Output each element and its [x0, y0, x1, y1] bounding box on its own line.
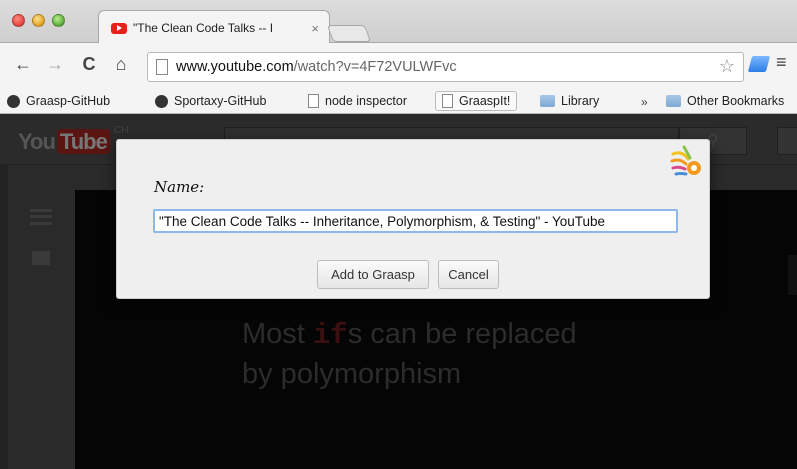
folder-icon — [666, 95, 681, 107]
youtube-logo[interactable]: You Tube — [18, 129, 110, 155]
upload-button[interactable] — [777, 127, 797, 155]
bookmark-library[interactable]: Library — [540, 92, 599, 110]
github-icon — [155, 94, 168, 108]
tab-strip: "The Clean Code Talks -- I × — [0, 0, 797, 44]
tab-close-icon[interactable]: × — [311, 21, 319, 36]
add-to-graasp-dialog: Name: Add to Graasp Cancel — [116, 139, 710, 299]
window-minimize-button[interactable] — [32, 14, 45, 27]
folder-icon — [540, 95, 555, 107]
window-zoom-button[interactable] — [52, 14, 65, 27]
reload-button[interactable]: C — [78, 53, 100, 75]
bookmarks-overflow-chevron-icon[interactable]: » — [641, 95, 648, 109]
guide-tv-icon[interactable] — [32, 251, 50, 265]
page-left-edge — [0, 165, 8, 469]
bookmark-node-inspector[interactable]: node inspector — [308, 92, 407, 110]
bookmark-star-icon[interactable]: ☆ — [719, 56, 735, 77]
video-slide-text: Most ifs can be replaced by polymorphism — [242, 318, 577, 390]
name-label: Name: — [154, 178, 205, 196]
guide-menu-icon[interactable] — [30, 209, 52, 225]
page-icon — [308, 94, 319, 108]
menu-icon[interactable]: ≡ — [776, 52, 796, 73]
window-close-button[interactable] — [12, 14, 25, 27]
add-to-graasp-button[interactable]: Add to Graasp — [317, 260, 429, 289]
bookmark-other-bookmarks[interactable]: Other Bookmarks — [666, 92, 784, 110]
url-text: www.youtube.com/watch?v=4F72VULWFvc — [176, 59, 457, 75]
bookmark-graasp-github[interactable]: Graasp-GitHub — [7, 92, 110, 110]
cancel-button[interactable]: Cancel — [438, 260, 499, 289]
bookmark-graaspit[interactable]: GraaspIt! — [435, 91, 518, 111]
address-bar[interactable]: www.youtube.com/watch?v=4F72VULWFvc ☆ — [147, 52, 744, 82]
forward-button[interactable]: → — [44, 53, 66, 75]
new-tab-button[interactable] — [326, 25, 372, 42]
bookmark-sportaxy-github[interactable]: Sportaxy-GitHub — [155, 92, 266, 110]
youtube-favicon-icon — [111, 22, 127, 34]
bookmarks-bar: Graasp-GitHub Sportaxy-GitHub node inspe… — [0, 88, 797, 114]
back-button[interactable]: ← — [12, 53, 34, 75]
graasp-logo-icon — [670, 145, 701, 176]
name-input[interactable] — [153, 209, 678, 233]
region-label: CH — [114, 125, 129, 136]
home-button[interactable]: ⌂ — [110, 53, 132, 75]
tab-youtube[interactable]: "The Clean Code Talks -- I × — [98, 10, 330, 44]
tab-title: "The Clean Code Talks -- I — [133, 21, 274, 35]
page-icon — [442, 94, 453, 108]
page-icon — [156, 59, 168, 75]
scrollbar[interactable] — [788, 255, 797, 295]
github-icon — [7, 94, 20, 108]
